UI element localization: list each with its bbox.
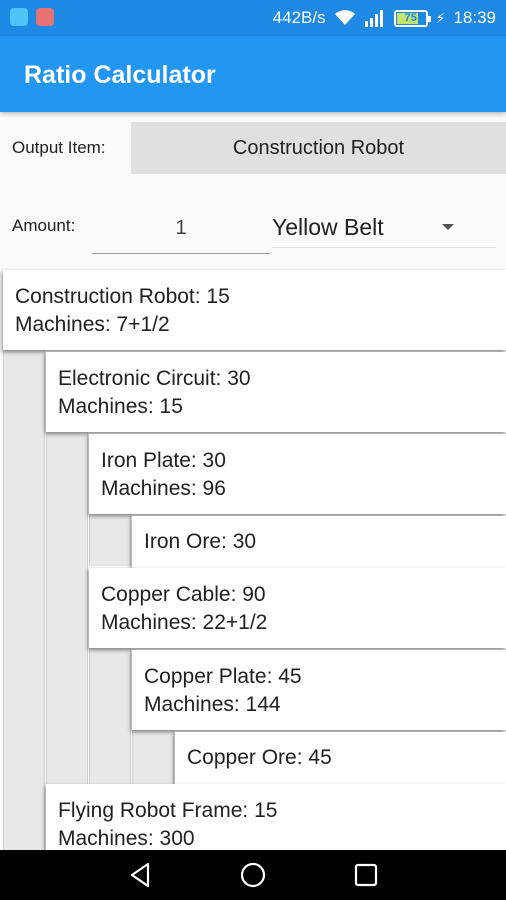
clock: 18:39: [453, 8, 496, 27]
tree-guide: [3, 350, 45, 850]
battery-level: 75: [404, 12, 417, 24]
app-icon: [36, 8, 54, 26]
tree-node[interactable]: Construction Robot: 15 Machines: 7+1/2: [3, 270, 506, 350]
wifi-icon: [334, 10, 356, 26]
tree-node[interactable]: Copper Ore: 45: [175, 732, 506, 784]
node-name: Iron Plate: 30: [101, 449, 226, 472]
tree-node[interactable]: Electronic Circuit: 30 Machines: 15: [46, 352, 506, 432]
node-name: Construction Robot: 15: [15, 285, 230, 308]
output-item-label: Output Item:: [12, 138, 106, 157]
tree-node[interactable]: Copper Cable: 90 Machines: 22+1/2: [89, 568, 506, 648]
output-item-value: Construction Robot: [232, 136, 405, 159]
notification-icons: [10, 8, 54, 26]
node-name: Copper Plate: 45: [144, 665, 302, 688]
node-name: Electronic Circuit: 30: [58, 367, 251, 390]
recents-icon[interactable]: [352, 861, 380, 889]
recipe-tree[interactable]: Construction Robot: 15 Machines: 7+1/2 E…: [0, 268, 506, 850]
status-icons: 442B/s 75 ⚡ 18:39: [273, 8, 496, 28]
status-bar: 442B/s 75 ⚡ 18:39: [0, 0, 506, 36]
app-title: Ratio Calculator: [24, 61, 216, 89]
back-icon[interactable]: [127, 861, 155, 889]
node-machines: Machines: 22+1/2: [101, 611, 268, 634]
tree-node[interactable]: Iron Plate: 30 Machines: 96: [89, 434, 506, 514]
node-machines: Machines: 96: [101, 477, 226, 500]
node-name: Copper Ore: 45: [187, 746, 332, 769]
node-machines: Machines: 300: [58, 827, 195, 850]
node-name: Copper Cable: 90: [101, 583, 266, 606]
app-icon: [10, 8, 28, 26]
tree-guide: [46, 432, 88, 796]
tree-guide: [89, 648, 131, 796]
belt-select-value: Yellow Belt: [272, 214, 384, 240]
output-item-button[interactable]: Construction Robot: [131, 122, 506, 174]
charging-icon: ⚡: [435, 9, 446, 26]
home-icon[interactable]: [239, 861, 267, 889]
node-machines: Machines: 15: [58, 395, 183, 418]
amount-label: Amount:: [12, 216, 76, 235]
dropdown-arrow-icon: [442, 224, 454, 230]
app-bar: Ratio Calculator: [0, 36, 506, 112]
network-speed: 442B/s: [272, 8, 326, 27]
node-machines: Machines: 144: [144, 693, 281, 716]
navigation-bar: [0, 850, 506, 900]
tree-node[interactable]: Iron Ore: 30: [132, 516, 506, 568]
battery-icon: 75: [393, 9, 431, 27]
node-name: Flying Robot Frame: 15: [58, 799, 278, 822]
tree-node[interactable]: Flying Robot Frame: 15 Machines: 300: [46, 784, 506, 850]
tree-node[interactable]: Copper Plate: 45 Machines: 144: [132, 650, 506, 730]
node-name: Iron Ore: 30: [144, 530, 257, 553]
node-machines: Machines: 7+1/2: [15, 313, 170, 336]
amount-input[interactable]: [92, 204, 270, 254]
belt-select[interactable]: Yellow Belt: [272, 208, 496, 248]
tree-guide: [89, 514, 131, 566]
signal-icon: [364, 9, 386, 27]
